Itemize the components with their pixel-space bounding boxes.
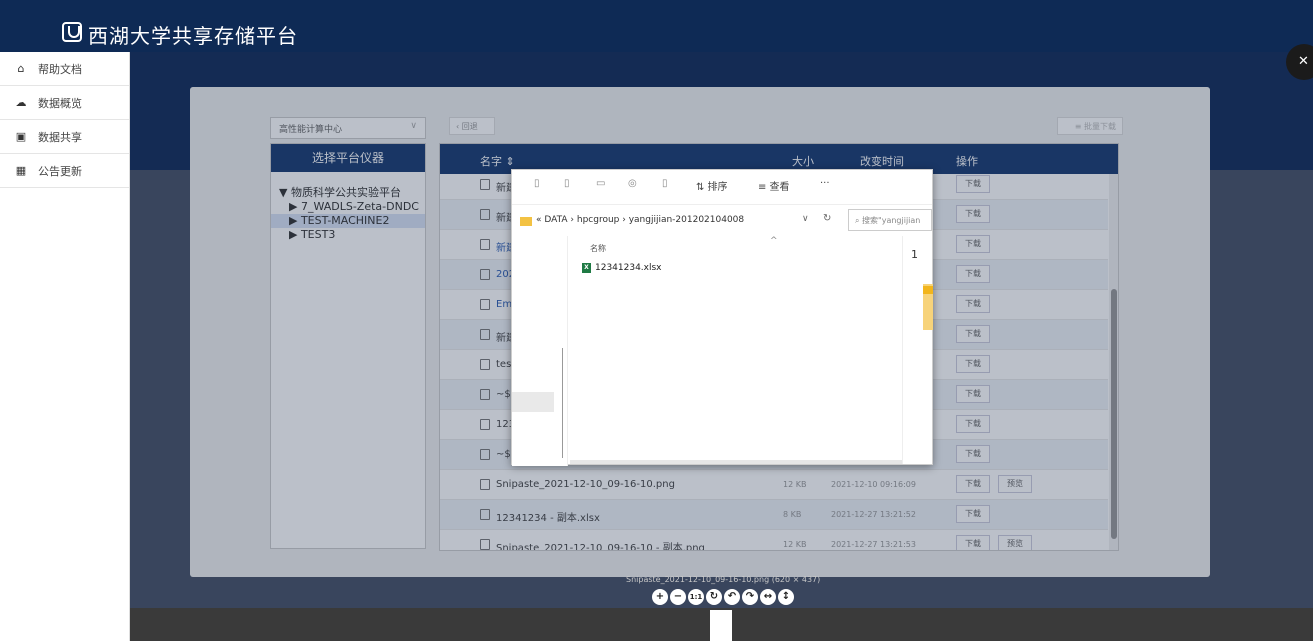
sort-up-icon: ^ [770, 236, 778, 246]
image-thumbnail[interactable] [710, 610, 732, 641]
actual-size-button[interactable]: 1:1 [688, 589, 704, 605]
sidebar-item-share[interactable]: ▣ 数据共享 [0, 120, 129, 154]
copy-icon: ▭ [596, 178, 606, 189]
zoom-out-button[interactable]: − [670, 589, 686, 605]
cut-icon: ▯ [564, 178, 570, 189]
sidebar-item-label: 数据概览 [38, 96, 82, 110]
close-icon: ✕ [1298, 54, 1309, 69]
sidebar-item-help[interactable]: ⌂ 帮助文档 [0, 52, 129, 86]
explorer-details-pane: 1 [902, 236, 933, 464]
flip-horizontal-button[interactable]: ↔ [760, 589, 776, 605]
explorer-search-text: 搜索"yangjijian [862, 216, 921, 225]
new-icon: ▯ [534, 178, 540, 189]
explorer-path: « DATA › hpcgroup › yangjijian-201202104… [536, 215, 745, 225]
explorer-hscroll [570, 460, 902, 464]
calendar-icon: ▦ [15, 163, 27, 177]
delete-icon: ▯ [662, 178, 668, 189]
university-logo [62, 22, 82, 42]
sidebar-item-label: 数据共享 [38, 130, 82, 144]
sidebar-item-label: 公告更新 [38, 164, 82, 178]
excel-icon: X [582, 263, 591, 273]
explorer-file-list: ^ 名称 X 12341234.xlsx [570, 236, 902, 464]
rotate-left-button[interactable]: ↶ [724, 589, 740, 605]
folder-icon [520, 217, 532, 226]
refresh-icon: ↻ [823, 213, 832, 224]
rotate-right-button[interactable]: ↷ [742, 589, 758, 605]
explorer-view: ≡ 查看 [758, 182, 790, 193]
viewer-caption: Snipaste_2021-12-10_09-16-10.png (620 × … [626, 575, 821, 584]
app-title: 西湖大学共享存储平台 [88, 24, 298, 48]
explorer-search: ⌕ 搜索"yangjijian [848, 209, 932, 231]
explorer-column-name: 名称 [590, 244, 606, 253]
zoom-in-button[interactable]: + [652, 589, 668, 605]
chevron-down-icon: ∨ [802, 214, 809, 224]
sidebar: ⌂ 帮助文档 ☁ 数据概览 ▣ 数据共享 ▦ 公告更新 [0, 52, 130, 641]
sidebar-item-announcements[interactable]: ▦ 公告更新 [0, 154, 129, 188]
cloud-icon: ☁ [15, 95, 27, 109]
folder-preview-tab [923, 286, 933, 294]
explorer-toolbar: ▯ ▯ ▭ ◎ ▯ ⇅ 排序 ≡ 查看 ··· [512, 170, 932, 202]
flip-vertical-button[interactable]: ↕ [778, 589, 794, 605]
viewer-toolbar: + − 1:1 ↻ ↶ ↷ ↔ ↕ [652, 589, 794, 605]
nav-selection [512, 392, 554, 412]
share-icon: ▣ [15, 129, 27, 143]
home-icon: ⌂ [17, 61, 25, 75]
explorer-more: ··· [820, 178, 830, 189]
previewed-image: ▯ ▯ ▭ ◎ ▯ ⇅ 排序 ≡ 查看 ··· « DATA › hpcgrou… [511, 169, 933, 466]
reset-button[interactable]: ↻ [706, 589, 722, 605]
sidebar-item-overview[interactable]: ☁ 数据概览 [0, 86, 129, 120]
explorer-nav-pane [512, 236, 568, 466]
nav-divider [562, 348, 563, 458]
explorer-file-name: 12341234.xlsx [595, 263, 662, 273]
explorer-sort: ⇅ 排序 [696, 182, 728, 193]
details-number: 1 [911, 248, 918, 261]
paste-icon: ◎ [628, 178, 637, 189]
explorer-file-item: X 12341234.xlsx [582, 263, 662, 273]
top-bar: 西湖大学共享存储平台 [0, 0, 1313, 52]
sidebar-item-label: 帮助文档 [38, 62, 82, 76]
